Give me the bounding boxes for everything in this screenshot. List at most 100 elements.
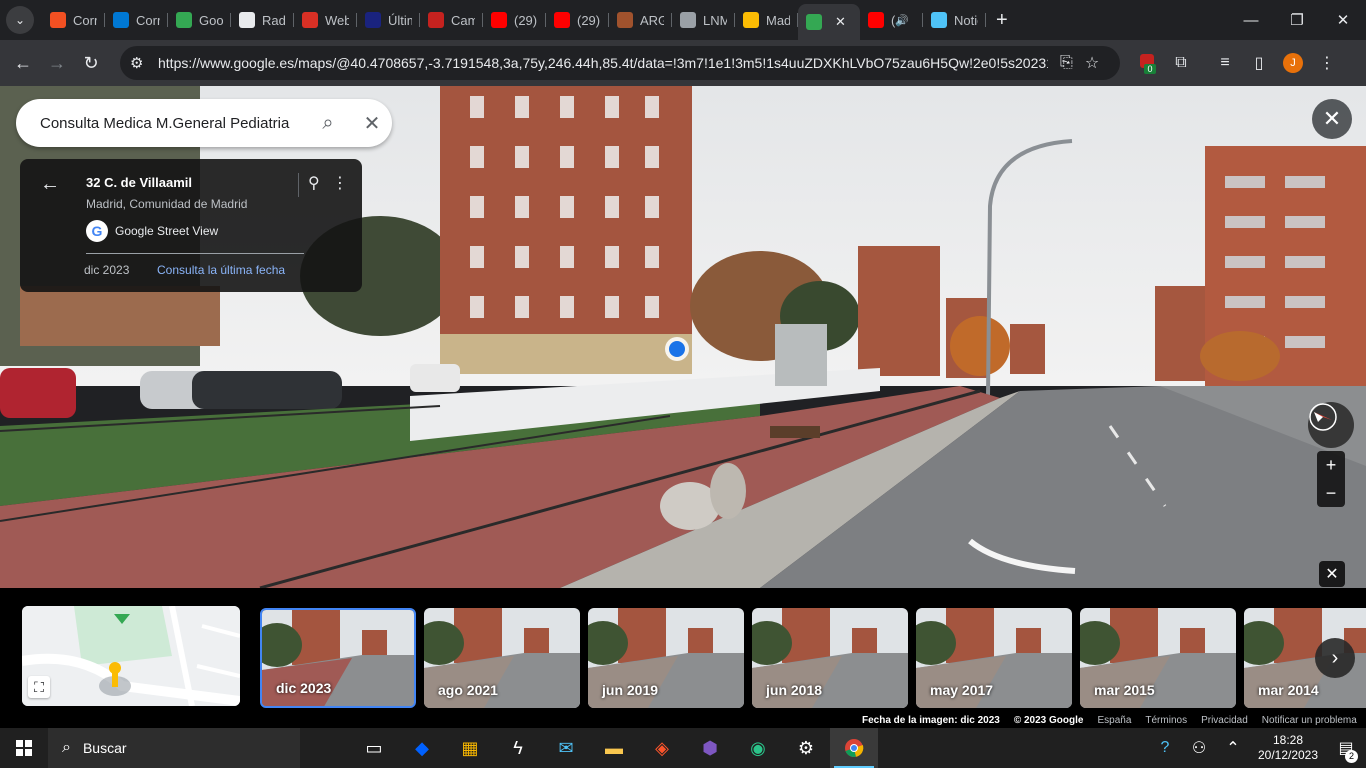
- browser-tab[interactable]: Webe: [294, 4, 357, 36]
- restore-button[interactable]: ❐: [1274, 0, 1320, 40]
- google-logo-icon: G: [86, 220, 108, 242]
- address-bar[interactable]: ⚙ https://www.google.es/maps/@40.4708657…: [120, 46, 1120, 80]
- chevron-down-icon: ⌄: [14, 13, 26, 27]
- browser-tab[interactable]: Corre: [42, 4, 105, 36]
- brave-icon[interactable]: ◈: [638, 728, 686, 768]
- reload-button[interactable]: ↻: [74, 46, 108, 80]
- timeline-thumbnail[interactable]: ago 2021: [424, 608, 580, 708]
- close-tab-icon[interactable]: ✕: [835, 14, 846, 30]
- browser-tab[interactable]: Corre: [105, 4, 168, 36]
- clear-search-icon[interactable]: ✕: [354, 105, 390, 141]
- app-bolt-icon[interactable]: ϟ: [494, 728, 542, 768]
- install-app-icon[interactable]: ⎘: [1060, 54, 1073, 72]
- help-icon[interactable]: ?: [1148, 739, 1182, 757]
- timeline-thumbnail[interactable]: jun 2019: [588, 608, 744, 708]
- browser-tab[interactable]: Cama: [420, 4, 483, 36]
- minimize-button[interactable]: —: [1228, 0, 1274, 40]
- chrome-icon[interactable]: [830, 728, 878, 768]
- zoom-in-button[interactable]: +: [1317, 451, 1345, 479]
- a-icon: [428, 12, 444, 28]
- audio-playing-icon[interactable]: 🔊: [895, 14, 909, 27]
- browser-tab[interactable]: LNM: [672, 4, 735, 36]
- address-title: 32 C. de Villaamil: [86, 175, 192, 190]
- extension-badge: 0: [1144, 63, 1156, 74]
- thumbnail-date-label: jun 2018: [766, 682, 823, 698]
- mini-map[interactable]: ⛶: [22, 606, 240, 706]
- timeline-thumbnail[interactable]: may 2017: [916, 608, 1072, 708]
- taskbar-search[interactable]: ⌕ Buscar: [48, 728, 300, 768]
- dropbox-icon[interactable]: ◆: [398, 728, 446, 768]
- country-link[interactable]: España: [1097, 715, 1131, 726]
- start-button[interactable]: [0, 728, 48, 768]
- browser-tab[interactable]: (29): [546, 4, 609, 36]
- street-view-panorama[interactable]: Consulta Medica M.General Pediatria ⌕ ✕ …: [0, 86, 1366, 588]
- notifications-icon[interactable]: ▤ 2: [1326, 738, 1366, 763]
- browser-tab[interactable]: Goog: [168, 4, 231, 36]
- tab-list: Corre Corre Goog Radi Webe Últim Cama (29) (29)…: [42, 0, 986, 40]
- thumbnail-date-label: jun 2019: [602, 682, 659, 698]
- browser-tab[interactable]: Madr: [735, 4, 798, 36]
- next-thumbnails-button[interactable]: ›: [1315, 638, 1355, 678]
- maps-pin-icon: [806, 14, 822, 30]
- browser-tab[interactable]: Notic: [923, 4, 986, 36]
- more-options-icon[interactable]: ⋮: [332, 173, 348, 193]
- url-text[interactable]: https://www.google.es/maps/@40.4708657,-…: [158, 55, 1048, 71]
- mail-icon[interactable]: ✉: [542, 728, 590, 768]
- browser-tab[interactable]: Últim: [357, 4, 420, 36]
- compass-button[interactable]: [1308, 402, 1354, 448]
- search-icon[interactable]: ⌕: [310, 105, 346, 141]
- close-window-button[interactable]: ✕: [1320, 0, 1366, 40]
- browser-tab[interactable]: (🔊: [860, 4, 923, 36]
- clock[interactable]: 18:28 20/12/2023: [1250, 733, 1326, 763]
- tray-chevron-icon[interactable]: ⌃: [1216, 738, 1250, 758]
- toolbar-actions: 0 ⧉ ≡ ▯ J ⋮: [1130, 46, 1344, 80]
- tab-search-button[interactable]: ⌄: [6, 6, 34, 34]
- forward-button[interactable]: →: [40, 46, 74, 80]
- side-panel-icon[interactable]: ▯: [1242, 53, 1276, 73]
- zoom-out-button[interactable]: −: [1317, 479, 1345, 507]
- store-icon[interactable]: ▦: [446, 728, 494, 768]
- thumbnail-date-label: dic 2023: [276, 680, 332, 696]
- media-control-icon[interactable]: ≡: [1208, 54, 1242, 72]
- fullscreen-icon[interactable]: ⛶: [28, 676, 50, 698]
- back-arrow-icon[interactable]: ←: [40, 173, 60, 196]
- u-icon: [743, 12, 759, 28]
- report-link[interactable]: Notificar un problema: [1262, 715, 1357, 726]
- browser-tab[interactable]: ✕: [798, 4, 860, 40]
- clock-date: 20/12/2023: [1257, 748, 1319, 762]
- timeline-thumbnail[interactable]: dic 2023: [260, 608, 416, 708]
- profile-avatar[interactable]: J: [1283, 53, 1303, 73]
- search-input[interactable]: Consulta Medica M.General Pediatria: [40, 115, 300, 132]
- timeline-thumbnail[interactable]: mar 2015: [1080, 608, 1236, 708]
- window-controls: — ❐ ✕: [1228, 0, 1366, 40]
- latest-date-link[interactable]: Consulta la última fecha: [157, 263, 285, 277]
- close-street-view-button[interactable]: ✕: [1312, 99, 1352, 139]
- browser-tab[interactable]: ARGI: [609, 4, 672, 36]
- maps-search-box[interactable]: Consulta Medica M.General Pediatria ⌕ ✕: [16, 99, 392, 147]
- people-icon[interactable]: ⚇: [1182, 738, 1216, 758]
- compass-icon: [1309, 403, 1337, 431]
- tab-title: Corre: [136, 12, 160, 28]
- edge-icon[interactable]: ◉: [734, 728, 782, 768]
- browser-tab[interactable]: (29): [483, 4, 546, 36]
- new-tab-button[interactable]: +: [996, 9, 1008, 32]
- settings-gear-icon[interactable]: ⚙: [782, 728, 830, 768]
- menu-kebab-icon[interactable]: ⋮: [1310, 53, 1344, 73]
- terms-link[interactable]: Términos: [1145, 715, 1187, 726]
- extension-icon[interactable]: 0: [1130, 53, 1164, 74]
- browser-tab[interactable]: Radi: [231, 4, 294, 36]
- back-button[interactable]: ←: [6, 46, 40, 80]
- divider: [298, 173, 299, 197]
- task-view-icon[interactable]: ▭: [350, 728, 398, 768]
- close-timeline-button[interactable]: ✕: [1319, 561, 1345, 587]
- windows-taskbar: ⌕ Buscar ▭ ◆ ▦ ϟ ✉ ▬ ◈ ⬢ ◉ ⚙ ? ⚇ ⌃ 18:28…: [0, 728, 1366, 768]
- timeline-thumbnail[interactable]: jun 2018: [752, 608, 908, 708]
- extensions-puzzle-icon[interactable]: ⧉: [1164, 54, 1198, 72]
- site-info-icon[interactable]: ⚙: [130, 54, 150, 72]
- bookmark-star-icon[interactable]: ☆: [1085, 53, 1099, 73]
- location-pin-icon[interactable]: ⚲: [308, 173, 320, 193]
- privacy-link[interactable]: Privacidad: [1201, 715, 1248, 726]
- notification-count: 2: [1345, 750, 1358, 763]
- copilot-icon[interactable]: ⬢: [686, 728, 734, 768]
- file-explorer-icon[interactable]: ▬: [590, 728, 638, 768]
